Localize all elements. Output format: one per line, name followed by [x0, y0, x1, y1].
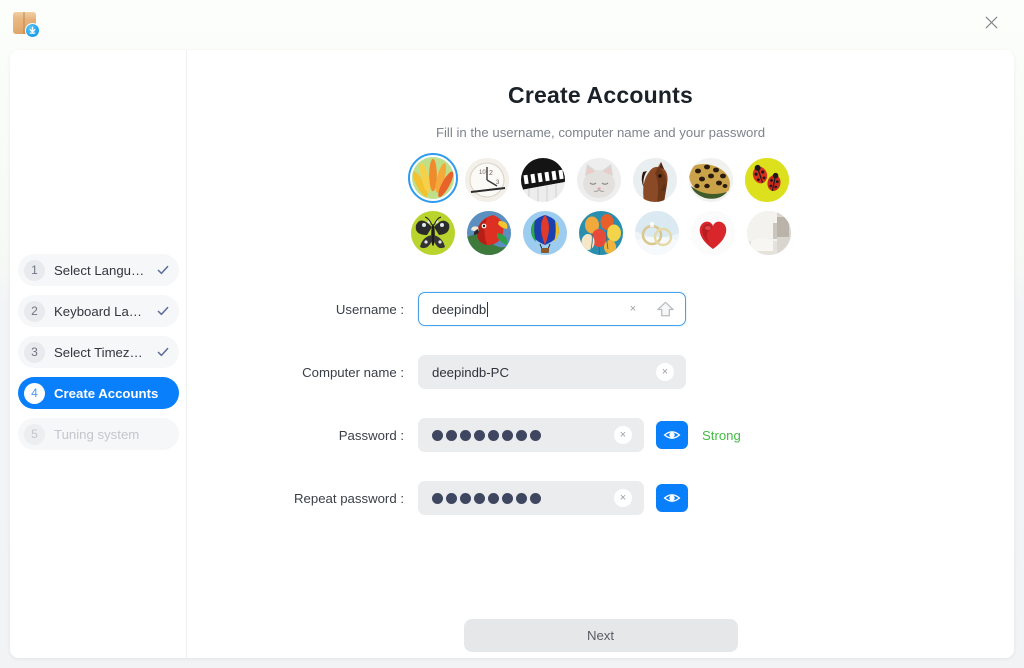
step-number: 5 [24, 423, 45, 445]
avatar-parrot[interactable] [466, 211, 511, 255]
step-number: 4 [24, 382, 45, 404]
avatar-heart[interactable] [690, 211, 735, 255]
check-icon [156, 345, 170, 359]
password-dot [432, 429, 443, 441]
password-dot [432, 492, 443, 504]
avatar-room[interactable] [746, 211, 791, 255]
password-dot [488, 429, 499, 441]
computer-name-input[interactable]: deepindb-PC × [418, 355, 686, 389]
avatar-ladybug[interactable] [744, 158, 789, 202]
svg-text:10: 10 [479, 170, 486, 176]
page-title: Create Accounts [508, 82, 693, 108]
next-button[interactable]: Next [463, 619, 738, 652]
username-label: Username : [335, 301, 404, 317]
avatar-row-1: 10 2 3 [407, 153, 789, 203]
avatar-row-2 [410, 211, 791, 255]
avatar-clock[interactable]: 10 2 3 [464, 158, 509, 202]
avatar-wedding-rings[interactable] [634, 211, 679, 255]
password-dot [530, 492, 541, 504]
installer-window: 1 Select Langu… 2 Keyboard La… 3 Select … [0, 0, 1024, 668]
computer-name-value: deepindb-PC [432, 364, 509, 380]
step-number: 1 [24, 259, 45, 281]
password-dot [502, 492, 513, 504]
clear-repeat-password-button[interactable]: × [614, 489, 632, 507]
computer-name-label: Computer name : [302, 364, 404, 380]
password-label: Password : [338, 427, 404, 443]
password-dot [516, 429, 527, 441]
avatar-hot-air-balloon[interactable] [522, 211, 567, 255]
step-label: Tuning system [54, 426, 140, 442]
clear-computer-name-button[interactable]: × [656, 363, 674, 381]
clear-username-button[interactable]: × [624, 300, 642, 318]
password-dot [446, 429, 457, 441]
password-dot [516, 492, 527, 504]
sidebar-item-select-language[interactable]: 1 Select Langu… [18, 254, 179, 286]
sidebar-item-select-timezone[interactable]: 3 Select Timez… [18, 336, 179, 368]
check-icon [156, 304, 170, 318]
avatar-leopard[interactable] [688, 158, 733, 202]
step-number: 3 [24, 341, 45, 363]
repeat-password-label: Repeat password : [294, 490, 404, 506]
password-masked-value [419, 429, 541, 441]
avatar-party-balloons[interactable] [578, 211, 623, 255]
page-subtitle: Fill in the username, computer name and … [435, 125, 766, 140]
username-input[interactable]: deepindb × [418, 292, 686, 326]
caps-lock-icon[interactable] [653, 297, 677, 321]
sidebar-item-keyboard-layout[interactable]: 2 Keyboard La… [18, 295, 179, 327]
toggle-password-visibility-button[interactable] [656, 421, 688, 449]
sidebar: 1 Select Langu… 2 Keyboard La… 3 Select … [10, 50, 187, 658]
username-row: Username : deepindb × [187, 292, 1014, 326]
password-row: Password : × Strong [187, 418, 1014, 452]
avatar-image [411, 157, 454, 199]
avatar-butterfly[interactable] [410, 211, 455, 255]
sidebar-item-create-accounts[interactable]: 4 Create Accounts [18, 377, 179, 409]
content-area: Create Accounts Fill in the username, co… [187, 50, 1014, 658]
password-dot [530, 429, 541, 441]
computer-name-row: Computer name : deepindb-PC × [187, 355, 1014, 389]
password-input[interactable]: × [418, 418, 644, 452]
package-download-icon [11, 9, 40, 38]
repeat-password-masked-value [419, 492, 541, 504]
step-label: Create Accounts [54, 385, 159, 401]
step-label: Select Langu… [54, 262, 145, 278]
password-dot [502, 429, 513, 441]
avatar-piano[interactable] [520, 158, 565, 202]
avatar-cat[interactable] [576, 158, 621, 202]
avatar-picker: 10 2 3 [187, 153, 1014, 255]
password-dot [488, 492, 499, 504]
repeat-password-row: Repeat password : × [187, 481, 1014, 515]
clear-password-button[interactable]: × [614, 426, 632, 444]
password-dot [460, 492, 471, 504]
repeat-password-input[interactable]: × [418, 481, 644, 515]
avatar-flower[interactable] [407, 153, 458, 203]
svg-text:2: 2 [489, 170, 493, 177]
step-label: Select Timez… [54, 344, 143, 360]
title-bar [0, 0, 1024, 45]
toggle-repeat-password-visibility-button[interactable] [656, 484, 688, 512]
password-strength-label: Strong [702, 427, 741, 443]
username-value: deepindb [432, 301, 489, 317]
account-form: Username : deepindb × Computer name : de… [187, 292, 1014, 544]
password-dot [446, 492, 457, 504]
close-icon[interactable] [970, 6, 1012, 40]
avatar-horse[interactable] [632, 158, 677, 202]
password-dot [474, 429, 485, 441]
check-icon [156, 263, 170, 277]
step-number: 2 [24, 300, 45, 322]
step-list: 1 Select Langu… 2 Keyboard La… 3 Select … [10, 254, 187, 459]
password-dot [474, 492, 485, 504]
password-dot [460, 429, 471, 441]
installer-card: 1 Select Langu… 2 Keyboard La… 3 Select … [10, 50, 1014, 658]
sidebar-item-tuning-system[interactable]: 5 Tuning system [18, 418, 179, 450]
step-label: Keyboard La… [54, 303, 142, 319]
